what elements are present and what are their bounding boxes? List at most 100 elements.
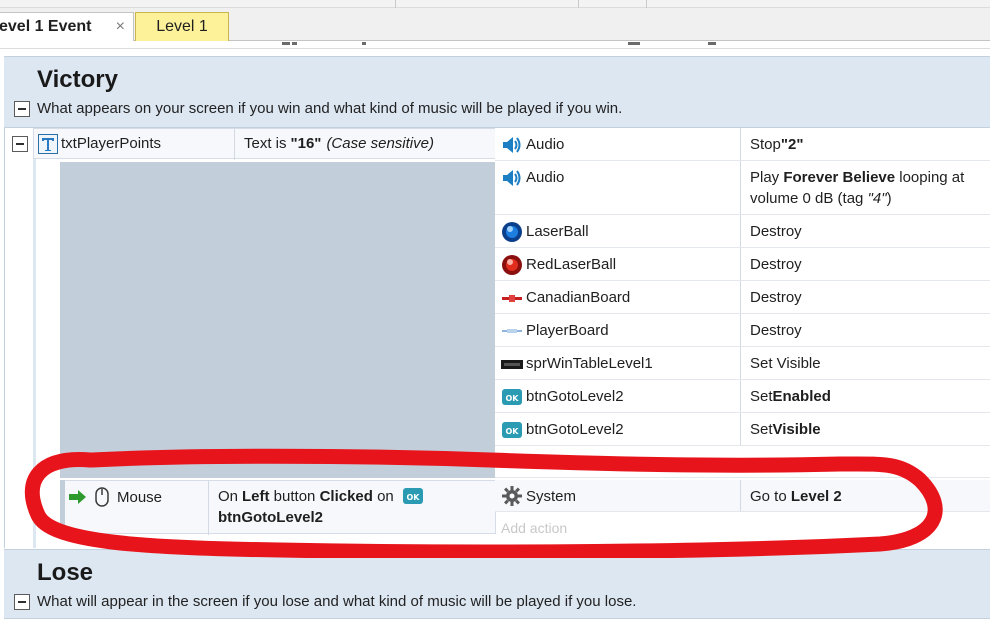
action-object: sprWinTableLevel1 — [501, 347, 653, 380]
action-text: Go to Level 2 — [750, 480, 842, 512]
action-object-name: Audio — [526, 169, 565, 186]
condition-object-cell: Mouse — [67, 481, 162, 513]
action-text-part: Destroy — [750, 322, 802, 339]
ok-button-icon: OK — [402, 485, 424, 507]
condition-target: btnGotoLevel2 — [218, 509, 324, 526]
action-text-part: volume 0 dB (tag — [750, 190, 868, 207]
action-object: CanadianBoard — [501, 281, 630, 314]
add-action-row[interactable] — [495, 446, 990, 478]
condition-object-name: Mouse — [117, 488, 163, 506]
action-text: Destroy — [750, 215, 802, 248]
action-text-part: Forever Believe — [783, 169, 896, 186]
action-row[interactable]: PlayerBoard Destroy — [495, 314, 990, 347]
condition-text: Text is "16" (Case sensitive) — [244, 129, 434, 158]
red-board-icon — [501, 287, 523, 309]
action-row[interactable]: Audio Play Forever Believe looping at vo… — [495, 161, 990, 215]
condition-object-cell: txtPlayerPoints — [38, 129, 238, 158]
group-victory[interactable]: Victory What appears on your screen if y… — [4, 56, 990, 128]
mouse-icon — [91, 486, 113, 508]
action-text-part: Set — [750, 388, 773, 405]
action-text: Destroy — [750, 248, 802, 281]
tab-bar: evel 1 Event × Level 1 — [0, 8, 990, 41]
svg-text:OK: OK — [506, 394, 520, 403]
condition-text-part: on — [372, 487, 394, 505]
condition-object-name: txtPlayerPoints — [61, 135, 162, 152]
action-text-part: looping at — [895, 169, 965, 186]
condition-text: On Left button Clicked on OK btnGotoLeve… — [218, 485, 424, 528]
sprite-icon — [501, 353, 523, 375]
svg-text:OK: OK — [506, 427, 520, 436]
text-object-icon — [38, 133, 58, 154]
gear-icon — [501, 485, 523, 507]
action-row[interactable]: OK btnGotoLevel2 Set Visible — [495, 413, 990, 446]
action-text: Set Visible — [750, 413, 821, 446]
tab-level-1[interactable]: Level 1 — [135, 12, 229, 41]
action-row[interactable]: CanadianBoard Destroy — [495, 281, 990, 314]
action-text-part: Set — [750, 421, 773, 438]
action-text: Stop "2" — [750, 128, 803, 161]
ok-button-icon: OK — [501, 419, 523, 441]
action-object: System — [501, 480, 576, 512]
blue-board-icon — [501, 320, 523, 342]
tab-level-1-event[interactable]: evel 1 Event × — [0, 12, 134, 41]
blue-ball-icon — [501, 221, 523, 243]
action-text-part: Enabled — [772, 388, 831, 405]
group-description: What will appear in the screen if you lo… — [37, 593, 637, 610]
condition-text-part: Clicked — [319, 487, 373, 505]
action-text-part: Set Visible — [750, 355, 821, 372]
condition-text-value: "16" — [290, 135, 322, 152]
action-object-name: btnGotoLevel2 — [526, 388, 624, 405]
action-text-part: Destroy — [750, 256, 802, 273]
speaker-icon — [501, 167, 523, 189]
collapse-icon[interactable] — [12, 136, 28, 152]
ok-button-icon: OK — [501, 386, 523, 408]
sub-event-condition-row[interactable]: Mouse On Left button Clicked on OK btnGo… — [60, 480, 496, 535]
close-icon[interactable]: × — [116, 18, 125, 36]
group-title: Victory — [37, 66, 118, 93]
tab-label: evel 1 Event — [0, 18, 92, 35]
action-text-part: ) — [886, 190, 892, 207]
action-object: Audio — [501, 128, 564, 161]
action-text: Destroy — [750, 281, 802, 314]
action-row[interactable]: sprWinTableLevel1 Set Visible — [495, 347, 990, 380]
action-object-name: RedLaserBall — [526, 256, 617, 273]
svg-text:OK: OK — [406, 493, 420, 502]
condition-text-part: Left — [242, 487, 270, 505]
action-object-name: PlayerBoard — [526, 322, 609, 339]
condition-text-prefix: Text is — [244, 135, 287, 152]
action-text-part: Level 2 — [790, 487, 842, 505]
previous-content-edge — [0, 41, 990, 49]
action-text-part: Visible — [772, 421, 821, 438]
collapse-icon[interactable] — [14, 101, 30, 117]
action-row[interactable]: OK btnGotoLevel2 Set Enabled — [495, 380, 990, 413]
event-sheet-window: evel 1 Event × Level 1 Victory What appe… — [0, 0, 990, 619]
action-text: Set Enabled — [750, 380, 831, 413]
action-row[interactable]: Audio Stop "2" — [495, 128, 990, 161]
condition-text-part: button — [269, 487, 320, 505]
condition-empty-area[interactable] — [60, 162, 496, 478]
action-text-part: Destroy — [750, 289, 802, 306]
action-object-name: System — [526, 487, 577, 505]
action-text-part: Destroy — [750, 223, 802, 240]
action-text-part: Play — [750, 169, 784, 186]
sub-event-action-row[interactable]: System Go to Level 2 — [495, 480, 990, 512]
action-object-name: btnGotoLevel2 — [526, 421, 624, 438]
speaker-icon — [501, 134, 523, 156]
action-object-name: Audio — [526, 136, 565, 153]
group-lose[interactable]: Lose What will appear in the screen if y… — [4, 549, 990, 619]
action-text-part: "2" — [780, 136, 804, 153]
action-object: OK btnGotoLevel2 — [501, 413, 624, 446]
action-text: Play Forever Believe looping at volume 0… — [750, 161, 964, 215]
action-object-name: CanadianBoard — [526, 289, 631, 306]
action-object: OK btnGotoLevel2 — [501, 380, 624, 413]
condition-text-part: On — [218, 487, 239, 505]
group-description: What appears on your screen if you win a… — [37, 100, 623, 117]
action-row[interactable]: RedLaserBall Destroy — [495, 248, 990, 281]
condition-text-suffix: (Case sensitive) — [326, 135, 434, 152]
action-object: Audio — [501, 161, 564, 194]
add-action-link[interactable]: Add action — [501, 520, 567, 536]
collapse-icon[interactable] — [14, 594, 30, 610]
action-row[interactable]: LaserBall Destroy — [495, 215, 990, 248]
condition-row[interactable]: txtPlayerPoints Text is "16" (Case sensi… — [33, 128, 496, 160]
action-object: PlayerBoard — [501, 314, 609, 347]
